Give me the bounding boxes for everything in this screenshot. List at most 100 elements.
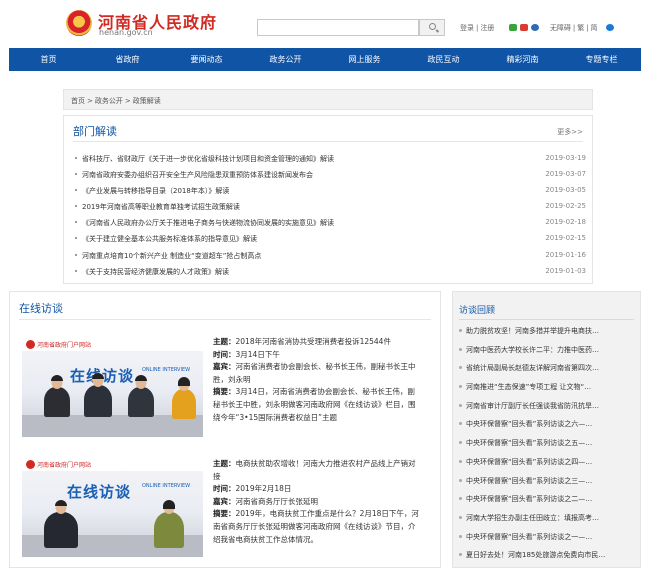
review-item[interactable]: 中央环保督察“回头看”系列访谈之六—…: [458, 419, 636, 438]
accessibility-link[interactable]: 无障碍: [550, 24, 571, 32]
traditional-link[interactable]: 繁: [577, 24, 584, 32]
nav-government[interactable]: 省政府: [95, 54, 160, 65]
review-item[interactable]: 河南大学招生办副主任田歧立：填报高考…: [458, 513, 636, 532]
search-icon: [429, 23, 436, 30]
item-title[interactable]: 《产业发展与转移指导目录（2018年本）》解读: [82, 187, 229, 195]
person-figure: [44, 500, 78, 548]
thumbnail-site-label: 河南省政府门户网站: [37, 462, 92, 469]
person-figure: [84, 373, 112, 417]
review-item[interactable]: 助力脱贫攻坚！河南多措并举提升电商扶…: [458, 326, 636, 345]
interview-time: 2019年2月18日: [235, 484, 292, 494]
weibo-icon[interactable]: [519, 24, 528, 31]
item-title[interactable]: 省科技厅、省财政厅《关于进一步优化省级科技计划项目和资金管理的通知》解读: [82, 155, 334, 163]
item-date: 2019-02-15: [545, 234, 586, 243]
item-date: 2019-03-07: [545, 170, 586, 179]
person-figure: [128, 375, 154, 417]
online-title: 在线访谈: [19, 302, 63, 315]
person-figure: [172, 377, 196, 419]
dept-interpretation-panel: 部门解读 更多>> 省科技厅、省财政厅《关于进一步优化省级科技计划项目和资金管理…: [63, 115, 593, 284]
list-item[interactable]: 2019年河南省高等职业教育单独考试招生政策解读 2019-02-25: [74, 202, 586, 218]
mobile-icon[interactable]: [530, 24, 539, 31]
item-title[interactable]: 《河南省人民政府办公厅关于推进电子商务与快递物流协同发展的实施意见》解读: [82, 219, 334, 227]
time-key: 时间：: [213, 349, 236, 359]
review-item[interactable]: 河南中医药大学校长许二平：力推中医药…: [458, 345, 636, 364]
guest-key: 嘉宾：: [213, 362, 236, 372]
nav-open-affairs[interactable]: 政务公开: [253, 54, 318, 65]
item-title[interactable]: 《关于建立健全基本公共服务标准体系的指导意见》解读: [82, 235, 257, 243]
nav-news[interactable]: 要闻动态: [174, 54, 239, 65]
nav-henan[interactable]: 精彩河南: [490, 54, 555, 65]
review-item[interactable]: 中央环保督察“回头看”系列访谈之五—…: [458, 438, 636, 457]
nav-home[interactable]: 首页: [16, 54, 81, 65]
main-nav: 首页 省政府 要闻动态 政务公开 网上服务 政民互动 精彩河南 专题专栏: [9, 48, 641, 71]
item-title[interactable]: 《关于支持民营经济健康发展的人才政策》解读: [82, 268, 229, 276]
online-interview-panel: 在线访谈 河南省政府门户网站 在线访谈 ONLINE INTERVIEW 主题：…: [9, 291, 441, 568]
item-date: 2019-01-16: [545, 250, 586, 259]
wechat-icon[interactable]: [508, 24, 517, 31]
search-input[interactable]: [257, 19, 419, 36]
simplified-link[interactable]: 简: [591, 24, 598, 32]
emblem-icon: [26, 460, 35, 469]
interview-thumbnail[interactable]: 河南省政府门户网站 在线访谈 ONLINE INTERVIEW: [22, 457, 203, 557]
register-link[interactable]: 注册: [480, 24, 494, 32]
abstract-key: 摘要：: [213, 387, 236, 397]
nav-topics[interactable]: 专题专栏: [569, 54, 634, 65]
nav-online-services[interactable]: 网上服务: [332, 54, 397, 65]
interview-thumbnail[interactable]: 河南省政府门户网站 在线访谈 ONLINE INTERVIEW: [22, 337, 203, 437]
topic-key: 主题：: [213, 337, 236, 346]
thumbnail-subtitle: ONLINE INTERVIEW: [142, 367, 191, 373]
list-item[interactable]: 《河南省人民政府办公厅关于推进电子商务与快递物流协同发展的实施意见》解读 2019…: [74, 218, 586, 234]
review-item[interactable]: 中央环保督察“回头看”系列访谈之一—…: [458, 532, 636, 551]
divider: [459, 319, 634, 320]
interview-abstract: 2019年，电商扶贫工作重点是什么？2月18日下午，河南省商务厅厅长张延明做客河…: [213, 509, 419, 544]
interview-time: 3月14日下午: [235, 349, 280, 359]
interview-topic[interactable]: 电商扶贫助农增收！河南大力推进农村产品线上产销对接: [213, 459, 416, 481]
list-item[interactable]: 《关于建立健全基本公共服务标准体系的指导意见》解读 2019-02-15: [74, 234, 586, 250]
dept-title: 部门解读: [73, 125, 117, 138]
item-title[interactable]: 河南重点培育10个新兴产业 制造业“变道超车”抢占制高点: [82, 252, 261, 260]
nav-interaction[interactable]: 政民互动: [411, 54, 476, 65]
person-figure: [154, 500, 184, 548]
more-link[interactable]: 更多>>: [557, 127, 583, 137]
list-item[interactable]: 《产业发展与转移指导目录（2018年本）》解读 2019-03-05: [74, 186, 586, 202]
breadcrumb-open-affairs[interactable]: 政务公开: [95, 97, 123, 105]
list-item[interactable]: 省科技厅、省财政厅《关于进一步优化省级科技计划项目和资金管理的通知》解读 2019…: [74, 154, 586, 170]
login-link[interactable]: 登录: [460, 24, 474, 32]
breadcrumb-separator: >: [124, 97, 131, 105]
review-item[interactable]: 河南推进“生态保速”专项工程 让文物“…: [458, 382, 636, 401]
review-item[interactable]: 中央环保督察“回头看”系列访谈之四—…: [458, 457, 636, 476]
top-links: 登录 | 注册 无障碍 | 繁 | 简: [460, 23, 617, 33]
item-title[interactable]: 河南省政府安委办组织召开安全生产风险隐患双重预防体系建设新闻发布会: [82, 171, 313, 179]
globe-icon[interactable]: [605, 24, 614, 31]
list-item[interactable]: 河南省政府安委办组织召开安全生产风险隐患双重预防体系建设新闻发布会 2019-03…: [74, 170, 586, 186]
item-date: 2019-03-19: [545, 154, 586, 162]
header: 河南省人民政府 henan.gov.cn 登录 | 注册 无障碍 | 繁 | 简: [0, 0, 650, 46]
interview-guest: 河南省消费者协会副会长、秘书长王伟，副秘书长王中胜，刘永明: [213, 362, 416, 384]
review-list: 助力脱贫攻坚！河南多措并举提升电商扶… 河南中医药大学校长许二平：力推中医药… …: [458, 326, 636, 568]
breadcrumb-policy[interactable]: 政策解读: [133, 97, 161, 105]
national-emblem-icon[interactable]: [66, 10, 92, 36]
time-key: 时间：: [213, 484, 236, 494]
guest-key: 嘉宾：: [213, 496, 236, 506]
interview-info: 主题：2018年河南省消协共受理消费者投诉12544件 时间：3月14日下午 嘉…: [213, 336, 420, 424]
thumbnail-title: 在线访谈: [67, 483, 132, 501]
interview-info: 主题：电商扶贫助农增收！河南大力推进农村产品线上产销对接 时间：2019年2月1…: [213, 458, 420, 546]
review-title: 访谈回顾: [459, 306, 496, 316]
review-item[interactable]: 夏日好去处！河南185处旅游点免费向市民…: [458, 550, 636, 568]
item-date: 2019-02-25: [545, 202, 586, 211]
list-item[interactable]: 河南重点培育10个新兴产业 制造业“变道超车”抢占制高点 2019-01-16: [74, 251, 586, 267]
interview-review-panel: 访谈回顾 助力脱贫攻坚！河南多措并举提升电商扶… 河南中医药大学校长许二平：力推…: [452, 291, 641, 568]
thumbnail-subtitle: ONLINE INTERVIEW: [142, 483, 191, 489]
review-item[interactable]: 中央环保督察“回头看”系列访谈之三—…: [458, 476, 636, 495]
breadcrumb-home[interactable]: 首页: [71, 97, 85, 105]
review-item[interactable]: 河南省审计厅副厅长任强谈我省防汛抗旱…: [458, 401, 636, 420]
person-figure: [44, 375, 70, 417]
thumbnail-site-label: 河南省政府门户网站: [37, 342, 92, 349]
list-item[interactable]: 《关于支持民营经济健康发展的人才政策》解读 2019-01-03: [74, 267, 586, 283]
search-button[interactable]: [419, 19, 445, 36]
review-item[interactable]: 省统计局副局长赵德友详解河南省第四次…: [458, 363, 636, 382]
item-title[interactable]: 2019年河南省高等职业教育单独考试招生政策解读: [82, 203, 240, 211]
review-item[interactable]: 中央环保督察“回头看”系列访谈之二—…: [458, 494, 636, 513]
interview-topic[interactable]: 2018年河南省消协共受理消费者投诉12544件: [236, 337, 391, 346]
emblem-icon: [26, 340, 35, 349]
